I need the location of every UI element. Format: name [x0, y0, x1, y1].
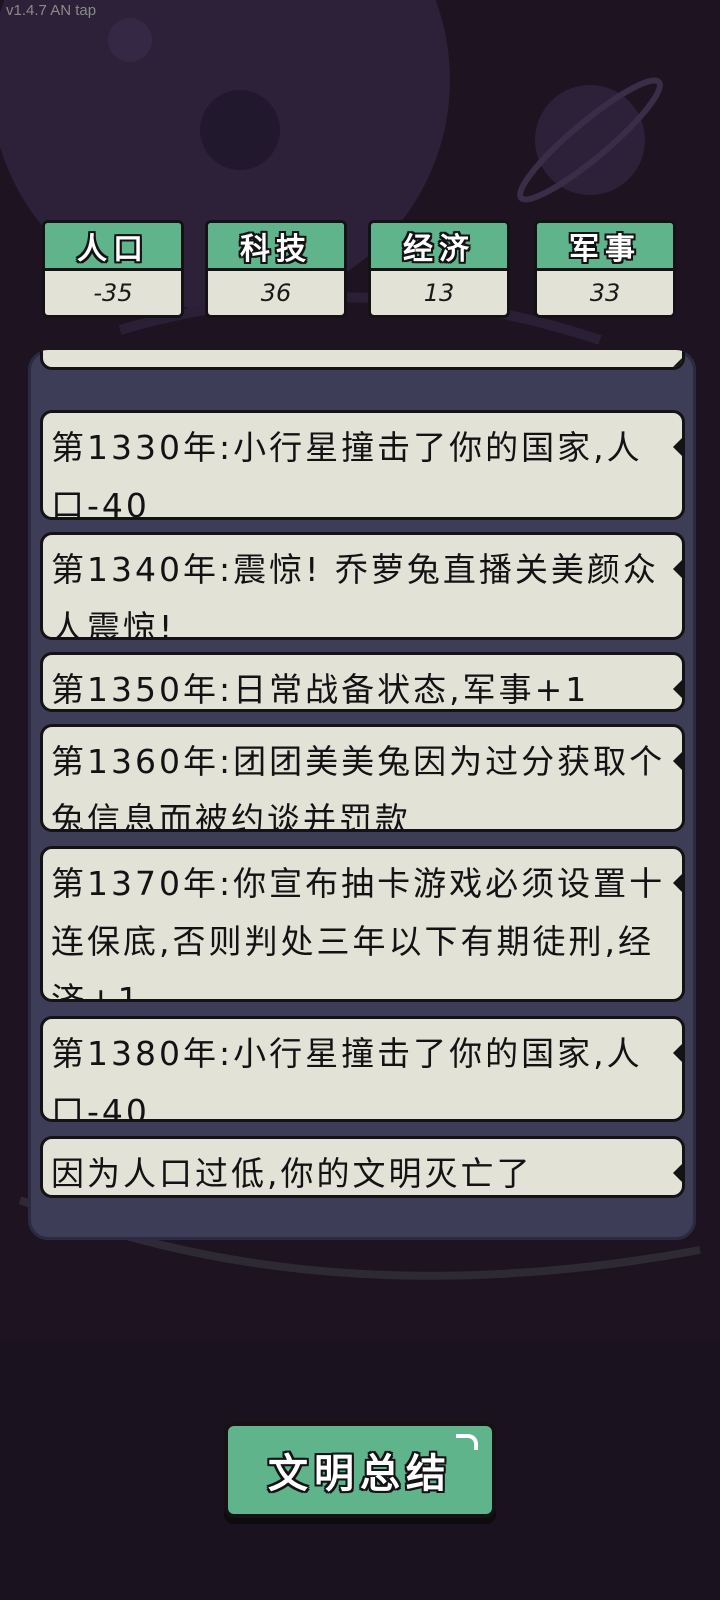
shine-icon [456, 1434, 478, 1450]
stat-card-economy: 经济 13 [368, 220, 510, 318]
stat-label-technology: 科技 [208, 223, 344, 271]
civilization-summary-button[interactable]: 文明总结 [224, 1422, 496, 1518]
summary-button-label: 文明总结 [268, 1451, 452, 1497]
stat-label-economy: 经济 [371, 223, 507, 271]
version-label: v1.4.7 AN tap [6, 2, 97, 19]
event-card: 第1330年:小行星撞击了你的国家,人口-40 [40, 410, 685, 520]
event-card: 第1340年:震惊! 乔萝兔直播关美颜众人震惊! [40, 532, 685, 640]
event-card: 第1380年:小行星撞击了你的国家,人口-40 [40, 1016, 685, 1122]
stat-label-population: 人口 [45, 223, 181, 271]
stat-value-economy: 13 [423, 279, 455, 307]
event-card: 第1350年:日常战备状态,军事+1 [40, 652, 685, 712]
event-card: 第1370年:你宣布抽卡游戏必须设置十连保底,否则判处三年以下有期徒刑,经济+1 [40, 846, 685, 1002]
event-card: 因为人口过低,你的文明灭亡了 [40, 1136, 685, 1198]
event-log-panel[interactable]: 第1330年:小行星撞击了你的国家,人口-40 第1340年:震惊! 乔萝兔直播… [28, 350, 696, 1240]
stat-value-technology: 36 [260, 279, 292, 307]
stat-value-military: 33 [589, 279, 621, 307]
stat-card-military: 军事 33 [534, 220, 676, 318]
event-card-partial [40, 350, 685, 370]
stat-card-population: 人口 -35 [42, 220, 184, 318]
stat-card-technology: 科技 36 [205, 220, 347, 318]
stat-label-military: 军事 [537, 223, 673, 271]
event-card: 第1360年:团团美美兔因为过分获取个兔信息而被约谈并罚款 [40, 724, 685, 832]
stat-value-population: -35 [93, 279, 133, 307]
